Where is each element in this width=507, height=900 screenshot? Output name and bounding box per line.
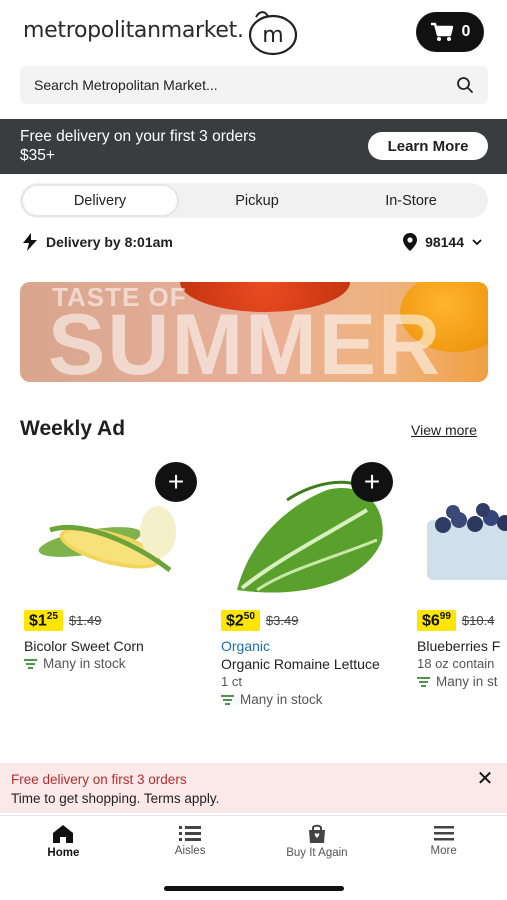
brand-name[interactable]: metropolitanmarket. [23, 18, 244, 43]
product-size: 18 oz contain [417, 656, 495, 671]
delivery-time[interactable]: Delivery by 8:01am [22, 233, 173, 251]
organic-tag: Organic [221, 638, 271, 654]
brand-logo-icon: m [248, 11, 298, 56]
tab-home-label: Home [47, 847, 80, 859]
price-row: $250 $3.49 [221, 610, 299, 632]
promo-banner: Free delivery on your first 3 orders $35… [0, 119, 507, 174]
tab-more[interactable]: More [380, 816, 507, 875]
app-header: metropolitanmarket. m 0 [0, 0, 507, 64]
add-to-cart-button[interactable]: + [155, 462, 197, 502]
home-icon [53, 825, 74, 843]
product-name: Blueberries F [417, 638, 501, 654]
toast-body: Time to get shopping. Terms apply. [11, 791, 220, 806]
original-price: $10.4 [461, 613, 495, 629]
promo-text: Free delivery on your first 3 orders $35… [20, 127, 256, 165]
home-indicator [164, 886, 344, 891]
free-delivery-toast[interactable]: Free delivery on first 3 orders Time to … [0, 763, 507, 813]
product-name: Bicolor Sweet Corn [24, 638, 144, 654]
product-info: Blueberries F 18 oz contain Many in st [417, 637, 507, 691]
sale-price: $250 [221, 610, 260, 632]
stock-icon [221, 695, 234, 705]
fulfillment-selector: Delivery Pickup In-Store [20, 183, 488, 218]
weekly-ad-title: Weekly Ad [20, 417, 126, 440]
search-bar[interactable]: Search Metropolitan Market... [20, 66, 488, 104]
tab-in-store[interactable]: In-Store [334, 183, 488, 218]
location-pin-icon [403, 233, 418, 251]
original-price: $1.49 [68, 613, 102, 629]
tab-aisles-label: Aisles [174, 845, 206, 857]
close-icon[interactable]: ✕ [475, 769, 495, 789]
price-row: $699 $10.4 [417, 610, 495, 632]
tab-more-label: More [430, 845, 457, 857]
hero-banner[interactable]: TASTE OF SUMMER [20, 282, 488, 382]
stock-icon [417, 677, 430, 687]
view-more-link[interactable]: View more [411, 422, 477, 438]
product-card-lettuce[interactable]: + $250 $3.49 Organic Organic Romaine Let… [217, 460, 407, 740]
cart-button[interactable]: 0 [416, 12, 484, 52]
product-name: Organic Romaine Lettuce [221, 656, 380, 672]
hero-line-2: SUMMER [48, 297, 443, 382]
cart-icon [430, 22, 453, 41]
product-size: 1 ct [221, 674, 242, 689]
product-info: Organic Organic Romaine Lettuce 1 ct Man… [221, 637, 396, 709]
add-to-cart-button[interactable]: + [351, 462, 393, 502]
tab-delivery[interactable]: Delivery [21, 184, 179, 217]
delivery-info-row: Delivery by 8:01am 98144 [22, 230, 482, 254]
search-input[interactable]: Search Metropolitan Market... [34, 77, 456, 93]
chevron-down-icon [472, 239, 482, 246]
logo-letters: m [262, 23, 283, 48]
search-icon[interactable] [456, 76, 474, 94]
product-card-blueberries[interactable]: $699 $10.4 Blueberries F 18 oz contain M… [413, 460, 507, 740]
delivery-time-label: Delivery by 8:01am [46, 234, 173, 250]
list-icon [179, 826, 202, 841]
tab-buy-it-again-label: Buy It Again [286, 847, 348, 859]
price-row: $125 $1.49 [24, 610, 102, 632]
sale-price: $125 [24, 610, 63, 632]
promo-line-1: Free delivery on your first 3 orders [20, 128, 257, 145]
tab-aisles[interactable]: Aisles [127, 816, 254, 875]
stock-status: Many in st [417, 673, 507, 691]
product-card-corn[interactable]: + $125 $1.49 Bicolor Sweet Corn Many in … [20, 460, 210, 740]
cart-count: 0 [461, 23, 471, 40]
learn-more-button[interactable]: Learn More [368, 132, 488, 160]
stock-icon [24, 659, 37, 669]
lightning-icon [23, 233, 37, 251]
toast-title: Free delivery on first 3 orders [11, 772, 187, 787]
product-info: Bicolor Sweet Corn Many in stock [24, 637, 199, 673]
shopping-bag-icon [308, 824, 325, 843]
tab-home[interactable]: Home [0, 816, 127, 875]
menu-icon [433, 826, 454, 841]
promo-line-2: $35+ [20, 147, 55, 164]
weekly-ad-carousel[interactable]: + $125 $1.49 Bicolor Sweet Corn Many in … [0, 460, 507, 750]
tab-pickup[interactable]: Pickup [180, 183, 334, 218]
blueberries-image [427, 503, 507, 580]
sale-price: $699 [417, 610, 456, 632]
zip-selector[interactable]: 98144 [403, 233, 482, 251]
original-price: $3.49 [265, 613, 299, 629]
tab-buy-it-again[interactable]: Buy It Again [254, 816, 381, 875]
stock-status: Many in stock [221, 691, 396, 709]
stock-status: Many in stock [24, 655, 199, 673]
bottom-tab-bar: Home Aisles Buy It Again More [0, 815, 507, 875]
zip-code: 98144 [425, 234, 464, 250]
